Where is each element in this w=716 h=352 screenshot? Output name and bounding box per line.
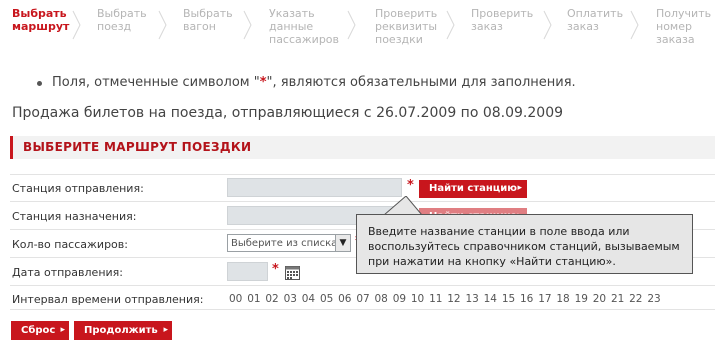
hour-option[interactable]: 13 (465, 293, 483, 305)
arrow-right-icon: ▸ (517, 183, 522, 193)
step-label: Выбрать (97, 7, 147, 20)
arrow-right-icon: ▸ (163, 325, 168, 335)
step-label: поезд (97, 20, 132, 33)
departure-station-input[interactable] (227, 178, 402, 197)
hour-option[interactable]: 10 (411, 293, 429, 305)
hour-option[interactable]: 21 (611, 293, 629, 305)
step-label: вагон (183, 20, 216, 33)
step-label: Оплатить (567, 7, 624, 20)
passengers-label: Кол-во пассажиров: (12, 238, 128, 251)
hour-option[interactable]: 00 (229, 293, 247, 305)
hour-option[interactable]: 12 (447, 293, 465, 305)
step-label: реквизиты (375, 20, 438, 33)
step-label: данные (269, 20, 314, 33)
hour-option[interactable]: 01 (247, 293, 265, 305)
note-text-before: Поля, отмеченные символом " (52, 75, 260, 90)
step-check-details[interactable]: Проверить реквизиты поездки (375, 7, 437, 46)
step-choose-route[interactable]: Выбрать маршрут (12, 7, 69, 33)
section-title: ВЫБЕРИТЕ МАРШРУТ ПОЕЗДКИ (23, 140, 252, 154)
section-header: ВЫБЕРИТЕ МАРШРУТ ПОЕЗДКИ (10, 136, 715, 159)
tooltip-line: при нажатии на кнопку «Найти станцию». (368, 255, 616, 268)
tooltip-line: воспользуйтесь справочником станций, выз… (368, 240, 680, 253)
departure-label: Станция отправления: (12, 182, 144, 195)
chevron-right-icon (543, 10, 552, 40)
hour-option[interactable]: 16 (520, 293, 538, 305)
step-choose-car[interactable]: Выбрать вагон (183, 7, 233, 33)
step-get-order-number[interactable]: Получить номер заказа (656, 7, 711, 46)
hour-option[interactable]: 17 (538, 293, 556, 305)
step-label: Проверить (375, 7, 438, 20)
step-check-order[interactable]: Проверить заказ (471, 7, 533, 33)
hour-option[interactable]: 03 (284, 293, 302, 305)
station-help-tooltip: Введите название станции в поле ввода ил… (356, 214, 693, 274)
hour-option[interactable]: 22 (629, 293, 647, 305)
departure-date-input[interactable] (227, 262, 268, 281)
hour-option[interactable]: 11 (429, 293, 447, 305)
chevron-right-icon (72, 10, 81, 40)
required-fields-note: Поля, отмеченные символом "*", являются … (52, 75, 576, 90)
sale-period-info: Продажа билетов на поезда, отправляющиес… (12, 105, 564, 121)
date-label: Дата отправления: (12, 266, 123, 279)
hour-selector: 00 01 02 03 04 05 06 07 08 09 10 11 12 13 14 15 16 17 18 19… (229, 293, 666, 305)
hour-option[interactable]: 02 (265, 293, 283, 305)
row-divider (10, 201, 715, 202)
destination-label: Станция назначения: (12, 210, 137, 223)
chevron-right-icon (446, 10, 455, 40)
hour-option[interactable]: 07 (356, 293, 374, 305)
step-label: номер (656, 20, 692, 33)
required-star: * (272, 262, 279, 277)
step-label: заказ (567, 20, 599, 33)
passengers-select-value: Выберите из списка (231, 238, 338, 249)
reset-button[interactable]: Сброс ▸ (11, 321, 69, 340)
continue-button[interactable]: Продолжить ▸ (74, 321, 172, 340)
button-label: Сброс (21, 325, 56, 336)
required-star: * (259, 75, 267, 90)
button-label: Найти станцию (429, 183, 517, 194)
calendar-icon[interactable] (285, 265, 300, 284)
hour-option[interactable]: 05 (320, 293, 338, 305)
hour-option[interactable]: 14 (484, 293, 502, 305)
note-text-after: ", являются обязательными для заполнения… (266, 75, 576, 90)
hour-option[interactable]: 09 (393, 293, 411, 305)
step-label: поездки (375, 33, 423, 46)
step-pay-order[interactable]: Оплатить заказ (567, 7, 623, 33)
step-label: заказ (471, 20, 503, 33)
find-departure-station-button[interactable]: Найти станцию ▸ (419, 180, 527, 198)
step-choose-train[interactable]: Выбрать поезд (97, 7, 147, 33)
row-divider (10, 285, 715, 286)
hour-option[interactable]: 23 (647, 293, 665, 305)
hour-option[interactable]: 19 (575, 293, 593, 305)
step-label: заказа (656, 33, 695, 46)
passengers-select[interactable]: Выберите из списка ▼ (227, 234, 351, 252)
tooltip-line: Введите название станции в поле ввода ил… (368, 225, 630, 238)
chevron-right-icon (158, 10, 167, 40)
step-label: Выбрать (183, 7, 233, 20)
chevron-right-icon (243, 10, 252, 40)
hour-option[interactable]: 18 (556, 293, 574, 305)
step-label: Указать (269, 7, 315, 20)
required-star: * (407, 178, 414, 193)
hour-option[interactable]: 20 (593, 293, 611, 305)
step-passenger-data[interactable]: Указать данные пассажиров (269, 7, 339, 46)
row-divider (10, 309, 715, 310)
wizard-steps: Выбрать маршрут Выбрать поезд Выбрать ва… (0, 0, 716, 52)
bullet-icon (37, 81, 42, 86)
step-label: маршрут (12, 20, 70, 33)
hour-option[interactable]: 04 (302, 293, 320, 305)
step-label: Получить (656, 7, 712, 20)
button-label: Продолжить (84, 325, 158, 336)
step-label: пассажиров (269, 33, 340, 46)
interval-label: Интервал времени отправления: (12, 293, 204, 306)
chevron-right-icon (630, 10, 639, 40)
step-label: Проверить (471, 7, 534, 20)
chevron-down-icon[interactable]: ▼ (335, 235, 350, 251)
row-divider (10, 174, 715, 175)
chevron-right-icon (347, 10, 356, 40)
arrow-right-icon: ▸ (60, 325, 65, 335)
step-label: Выбрать (12, 7, 67, 20)
hour-option[interactable]: 08 (375, 293, 393, 305)
hour-option[interactable]: 06 (338, 293, 356, 305)
hour-option[interactable]: 15 (502, 293, 520, 305)
